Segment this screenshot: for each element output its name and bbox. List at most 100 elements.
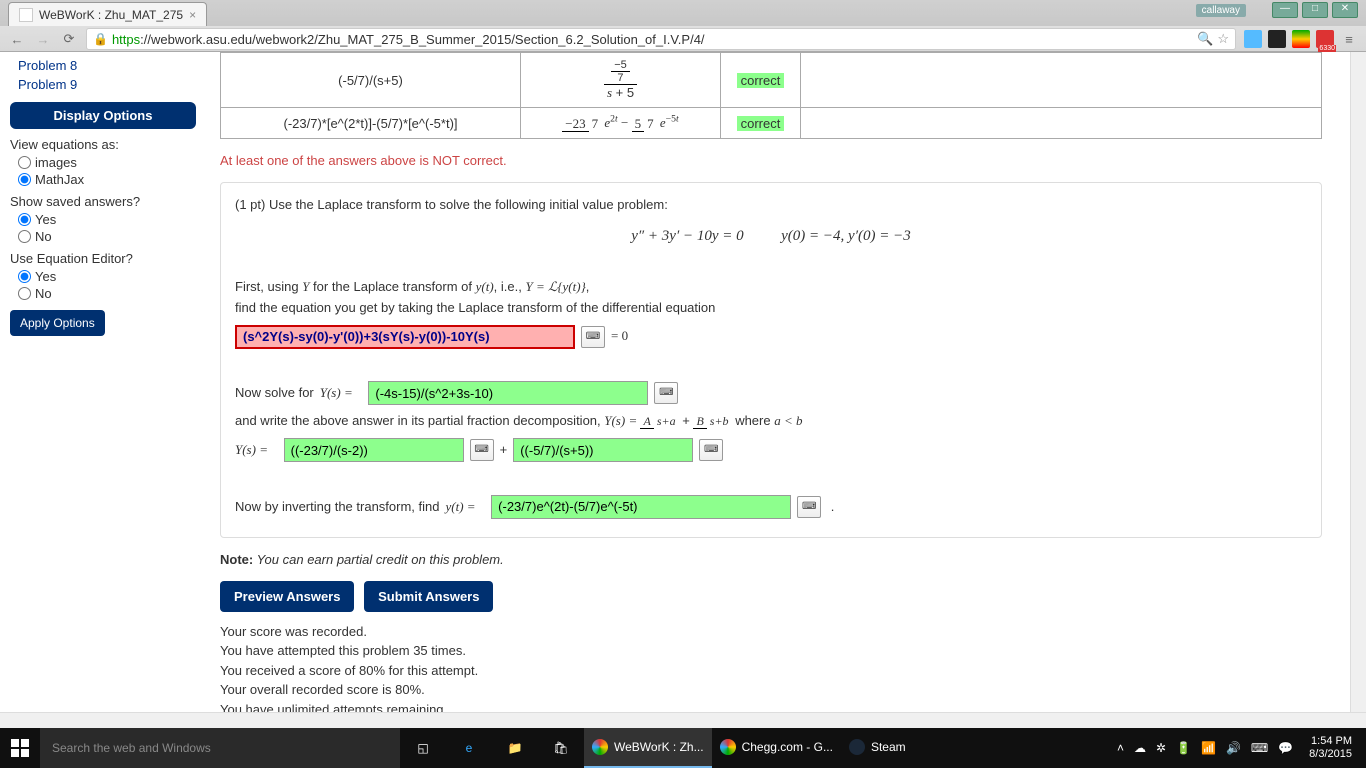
- keyboard-icon[interactable]: ⌨: [470, 439, 494, 461]
- submit-answers-button[interactable]: Submit Answers: [364, 581, 493, 612]
- minimize-button[interactable]: —: [1272, 2, 1298, 18]
- taskbar-app-webwork[interactable]: WeBWorK : Zh...: [584, 728, 712, 768]
- tab-close-icon[interactable]: ×: [189, 8, 196, 22]
- msg-cell: [801, 108, 1322, 139]
- answer-row-3: Y(s) = ⌨ + ⌨: [235, 438, 1307, 462]
- forward-button[interactable]: →: [34, 30, 52, 48]
- score-line: You have attempted this problem 35 times…: [220, 641, 1322, 661]
- view-equations-label: View equations as:: [10, 137, 196, 152]
- sidebar-problem-8[interactable]: Problem 8: [10, 56, 196, 75]
- bookmark-star-icon[interactable]: ☆: [1217, 31, 1229, 47]
- pfd-instruction: and write the above answer in its partia…: [235, 411, 1307, 432]
- error-message: At least one of the answers above is NOT…: [220, 153, 1322, 168]
- steam-icon: [849, 739, 865, 755]
- answer-input-2[interactable]: [368, 381, 648, 405]
- system-tray: ˄ ☁ ✲ 🔋 📶 🔊 ⌨ 💬 1:54 PM 8/3/2015: [1117, 735, 1366, 761]
- taskbar: Search the web and Windows ◱ e 📁 🛍 WeBWo…: [0, 728, 1366, 768]
- radio-saved-no[interactable]: No: [10, 228, 196, 245]
- keyboard-icon[interactable]: ⌨: [699, 439, 723, 461]
- vertical-scrollbar[interactable]: [1350, 52, 1366, 728]
- action-buttons: Preview Answers Submit Answers: [220, 581, 1322, 612]
- tray-onedrive-icon[interactable]: ☁: [1134, 741, 1146, 755]
- apply-options-button[interactable]: Apply Options: [10, 310, 105, 336]
- score-line: Your overall recorded score is 80%.: [220, 680, 1322, 700]
- lock-icon: 🔒: [93, 32, 108, 46]
- keyboard-icon[interactable]: ⌨: [797, 496, 821, 518]
- taskbar-app-label: Steam: [871, 740, 906, 754]
- tray-wifi-icon[interactable]: 📶: [1201, 741, 1216, 755]
- taskbar-app-steam[interactable]: Steam: [841, 728, 914, 768]
- equals-zero: = 0: [611, 326, 628, 347]
- tray-notification-icon[interactable]: 💬: [1278, 741, 1293, 755]
- keyboard-icon[interactable]: ⌨: [581, 326, 605, 348]
- taskbar-app-chegg[interactable]: Chegg.com - G...: [712, 728, 841, 768]
- radio-eqed-yes[interactable]: Yes: [10, 268, 196, 285]
- answer-input-3[interactable]: [284, 438, 464, 462]
- gmail-count: 6330: [1318, 45, 1336, 52]
- tray-chevron-icon[interactable]: ˄: [1117, 741, 1124, 755]
- instruction-1: First, using Y for the Laplace transform…: [235, 277, 1307, 298]
- chrome-icon: [592, 739, 608, 755]
- url-input[interactable]: 🔒 https://webwork.asu.edu/webwork2/Zhu_M…: [86, 28, 1236, 50]
- back-button[interactable]: ←: [8, 30, 26, 48]
- tab-bar: WeBWorK : Zhu_MAT_275 ×: [0, 0, 1366, 26]
- instruction-2: find the equation you get by taking the …: [235, 298, 1307, 319]
- task-view-icon[interactable]: ◱: [400, 728, 446, 768]
- tray-volume-icon[interactable]: 🔊: [1226, 741, 1241, 755]
- extension-icons: 6330 ≡: [1244, 30, 1358, 48]
- explorer-icon[interactable]: 📁: [492, 728, 538, 768]
- windows-icon: [11, 739, 29, 757]
- ext-cloud-icon[interactable]: [1244, 30, 1262, 48]
- eq-editor-label: Use Equation Editor?: [10, 251, 196, 266]
- edge-icon[interactable]: e: [446, 728, 492, 768]
- sidebar-problem-9[interactable]: Problem 9: [10, 75, 196, 94]
- note: Note: You can earn partial credit on thi…: [220, 552, 1322, 567]
- start-button[interactable]: [0, 728, 40, 768]
- answer-row-5: Now by inverting the transform, find y(t…: [235, 495, 1307, 519]
- score-line: Your score was recorded.: [220, 622, 1322, 642]
- maximize-button[interactable]: □: [1302, 2, 1328, 18]
- favicon-icon: [19, 8, 33, 22]
- chrome-icon: [720, 739, 736, 755]
- score-line: You received a score of 80% for this att…: [220, 661, 1322, 681]
- keyboard-icon[interactable]: ⌨: [654, 382, 678, 404]
- chrome-menu-icon[interactable]: ≡: [1340, 30, 1358, 48]
- entered-cell: (-23/7)*[e^(2*t)]-(5/7)*[e^(-5*t)]: [221, 108, 521, 139]
- problem-box: (1 pt) Use the Laplace transform to solv…: [220, 182, 1322, 538]
- user-badge: callaway: [1196, 4, 1246, 17]
- tray-battery-icon[interactable]: 🔋: [1176, 741, 1191, 755]
- clock-date: 8/3/2015: [1309, 748, 1352, 761]
- taskbar-search[interactable]: Search the web and Windows: [40, 728, 400, 768]
- radio-eqed-no[interactable]: No: [10, 285, 196, 302]
- address-bar: ← → ⟳ 🔒 https://webwork.asu.edu/webwork2…: [0, 26, 1366, 52]
- close-button[interactable]: ✕: [1332, 2, 1358, 18]
- solve-label: Now solve for: [235, 383, 314, 404]
- status-cell: correct: [721, 53, 801, 108]
- main-content: (-5/7)/(s+5) −57s + 5 correct (-23/7)*[e…: [206, 52, 1336, 728]
- taskbar-clock[interactable]: 1:54 PM 8/3/2015: [1303, 735, 1358, 761]
- radio-images[interactable]: images: [10, 154, 196, 171]
- taskbar-app-label: WeBWorK : Zh...: [614, 740, 704, 754]
- store-icon[interactable]: 🛍: [538, 728, 584, 768]
- tray-keyboard-icon[interactable]: ⌨: [1251, 741, 1268, 755]
- answer-input-1[interactable]: [235, 325, 575, 349]
- results-table: (-5/7)/(s+5) −57s + 5 correct (-23/7)*[e…: [220, 52, 1322, 139]
- horizontal-scrollbar[interactable]: [0, 712, 1366, 728]
- ext-drive-icon[interactable]: [1292, 30, 1310, 48]
- browser-tab[interactable]: WeBWorK : Zhu_MAT_275 ×: [8, 2, 207, 26]
- tray-sync-icon[interactable]: ✲: [1156, 741, 1166, 755]
- table-row: (-23/7)*[e^(2*t)]-(5/7)*[e^(-5*t)] −237 …: [221, 108, 1322, 139]
- answer-input-5[interactable]: [491, 495, 791, 519]
- radio-saved-yes[interactable]: Yes: [10, 211, 196, 228]
- reload-button[interactable]: ⟳: [60, 30, 78, 48]
- ext-dark-icon[interactable]: [1268, 30, 1286, 48]
- preview-answers-button[interactable]: Preview Answers: [220, 581, 354, 612]
- ext-gmail-icon[interactable]: 6330: [1316, 30, 1334, 48]
- preview-cell: −57s + 5: [521, 53, 721, 108]
- page-content: Problem 8 Problem 9 Display Options View…: [0, 52, 1366, 728]
- table-row: (-5/7)/(s+5) −57s + 5 correct: [221, 53, 1322, 108]
- radio-mathjax[interactable]: MathJax: [10, 171, 196, 188]
- answer-input-4[interactable]: [513, 438, 693, 462]
- display-options-heading: Display Options: [10, 102, 196, 129]
- score-block: Your score was recorded. You have attemp…: [220, 622, 1322, 720]
